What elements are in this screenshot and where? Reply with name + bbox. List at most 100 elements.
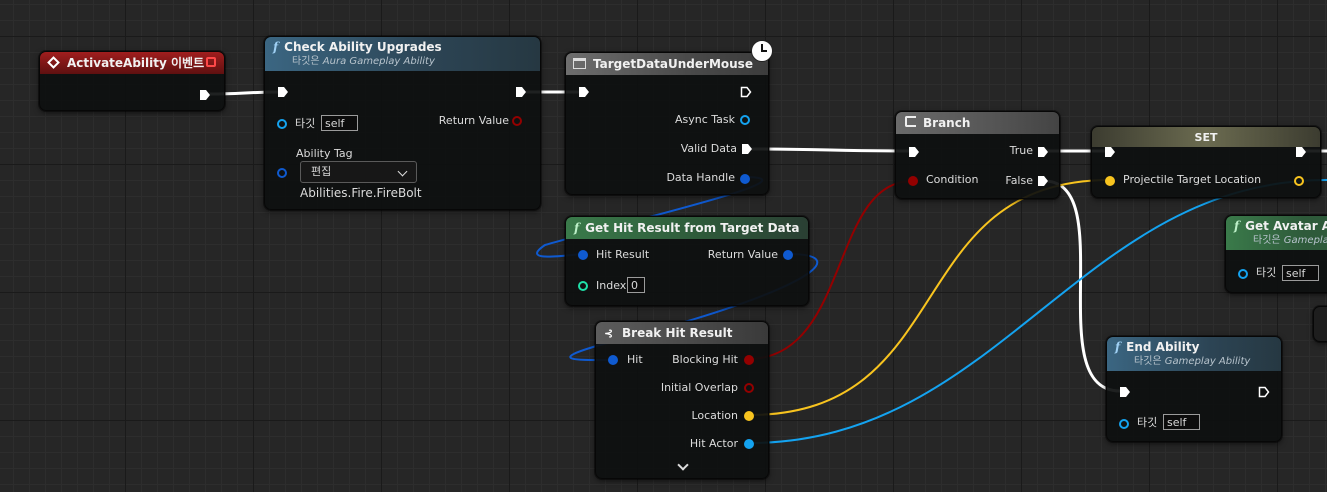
valid-data-exec-pin[interactable] [741, 143, 753, 155]
exec-out-pin[interactable] [515, 86, 527, 98]
target-label: 타깃 [1137, 416, 1158, 429]
valid-data-label: Valid Data [680, 142, 737, 155]
return-value-label: Return Value [438, 114, 509, 127]
true-exec-pin[interactable] [1037, 146, 1049, 158]
function-node-get-hit-result[interactable]: f Get Hit Result from Target Data Hit Res… [565, 216, 809, 306]
ability-tag-pin[interactable] [277, 168, 287, 178]
chevron-down-icon[interactable] [677, 459, 689, 471]
node-header: Branch [896, 112, 1059, 134]
task-icon [573, 58, 586, 69]
index-pin[interactable] [578, 281, 588, 291]
data-handle-label: Data Handle [666, 171, 735, 184]
branch-icon [905, 116, 916, 127]
node-header: SET [1092, 127, 1320, 147]
async-task-label: Async Task [674, 113, 735, 126]
node-title: Check Ability Upgrades [284, 40, 442, 54]
blocking-hit-pin[interactable] [744, 355, 754, 365]
offscreen-node-edge[interactable] [1313, 306, 1327, 342]
function-node-end-ability[interactable]: f End Ability 타깃은 Gameplay Ability 타깃 sel… [1106, 336, 1282, 442]
node-title: TargetDataUnderMouse [593, 57, 753, 71]
index-label: Index [596, 279, 627, 292]
target-pin[interactable] [277, 119, 287, 129]
target-label: 타깃 [1256, 266, 1277, 279]
return-value-pin[interactable] [783, 250, 793, 260]
blocking-hit-label: Blocking Hit [672, 353, 738, 366]
false-label: False [1005, 174, 1033, 187]
target-value-field[interactable]: self [321, 115, 358, 131]
exec-out-pin[interactable] [1258, 386, 1270, 398]
function-icon: f [574, 221, 580, 235]
variable-in-pin[interactable] [1105, 176, 1115, 186]
node-title: Break Hit Result [622, 326, 733, 340]
exec-out-pin[interactable] [1295, 146, 1307, 158]
index-value-field[interactable]: 0 [627, 277, 645, 293]
data-handle-pin[interactable] [740, 174, 750, 184]
hit-result-label: Hit Result [596, 248, 650, 261]
target-value-field[interactable]: self [1282, 265, 1319, 281]
function-icon: f [1234, 219, 1240, 233]
hit-actor-pin[interactable] [744, 439, 754, 449]
variable-label: Projectile Target Location [1123, 173, 1262, 186]
macro-node-branch[interactable]: Branch True Condition False [895, 111, 1060, 199]
hit-in-pin[interactable] [608, 355, 618, 365]
node-header: TargetDataUnderMouse [566, 53, 768, 75]
exec-out-pin[interactable] [199, 89, 211, 101]
hit-result-in-pin[interactable] [578, 250, 588, 260]
false-exec-pin[interactable] [1037, 175, 1049, 187]
true-label: True [1009, 144, 1033, 157]
function-node-break-hit-result[interactable]: ⊰ Break Hit Result Hit Blocking Hit Init… [595, 321, 769, 479]
subtitle-class: Gameplay [1283, 235, 1327, 246]
location-pin[interactable] [744, 411, 754, 421]
subtitle-prefix: 타깃은 [1253, 235, 1281, 246]
condition-pin[interactable] [908, 176, 918, 186]
event-diamond-icon [47, 56, 60, 69]
ability-tag-value: Abilities.Fire.FireBolt [300, 186, 422, 200]
node-header: f Get Avatar A 타깃은 Gameplay [1226, 216, 1327, 250]
variable-out-pin[interactable] [1294, 176, 1304, 186]
async-task-pin[interactable] [740, 115, 750, 125]
return-value-label: Return Value [707, 248, 778, 261]
exec-in-pin[interactable] [277, 86, 289, 98]
node-header: ⊰ Break Hit Result [596, 322, 768, 344]
node-title: ActivateAbility 이벤트 [67, 56, 205, 70]
break-struct-icon: ⊰ [604, 327, 614, 340]
exec-wire [746, 147, 912, 153]
node-header: ActivateAbility 이벤트 [40, 52, 224, 74]
target-value-field[interactable]: self [1163, 414, 1200, 430]
subtitle-prefix: 타깃은 [1134, 356, 1162, 367]
function-node-check-ability-upgrades[interactable]: f Check Ability Upgrades 타깃은 Aura Gamepla… [264, 36, 541, 210]
target-pin[interactable] [1238, 269, 1248, 279]
function-icon: f [1115, 340, 1121, 354]
location-label: Location [691, 409, 738, 422]
node-title: End Ability [1126, 340, 1200, 354]
condition-label: Condition [926, 173, 979, 186]
clock-icon [751, 40, 773, 62]
hit-actor-label: Hit Actor [689, 437, 738, 450]
node-title: Branch [923, 116, 971, 130]
subtitle-class: Gameplay Ability [1164, 356, 1251, 367]
async-node-target-data-under-mouse[interactable]: TargetDataUnderMouse Async Task Valid Da… [565, 40, 773, 195]
variable-set-node[interactable]: SET Projectile Target Location [1091, 126, 1321, 198]
initial-overlap-label: Initial Overlap [660, 381, 738, 394]
node-header: f Get Hit Result from Target Data [566, 217, 808, 239]
node-header: f End Ability 타깃은 Gameplay Ability [1107, 337, 1281, 371]
ability-tag-label: Ability Tag [296, 147, 353, 160]
exec-out-pin[interactable] [740, 86, 752, 98]
function-node-get-avatar[interactable]: f Get Avatar A 타깃은 Gameplay 타깃 self [1225, 215, 1327, 293]
delegate-pin[interactable] [206, 57, 216, 67]
subtitle-class: Aura Gameplay Ability [322, 56, 435, 67]
event-node-activate-ability[interactable]: ActivateAbility 이벤트 [39, 51, 225, 111]
initial-overlap-pin[interactable] [744, 383, 754, 393]
exec-in-pin[interactable] [578, 86, 590, 98]
node-title: SET [1194, 131, 1218, 144]
ability-tag-edit-dropdown[interactable]: 편집 [300, 161, 417, 183]
exec-in-pin[interactable] [908, 146, 920, 158]
exec-in-pin[interactable] [1119, 386, 1131, 398]
function-icon: f [273, 40, 279, 54]
hit-label: Hit [627, 353, 643, 366]
node-title: Get Avatar A [1245, 219, 1327, 233]
target-pin[interactable] [1119, 419, 1129, 429]
node-title: Get Hit Result from Target Data [585, 221, 800, 235]
return-value-pin[interactable] [512, 116, 522, 126]
exec-in-pin[interactable] [1104, 146, 1116, 158]
